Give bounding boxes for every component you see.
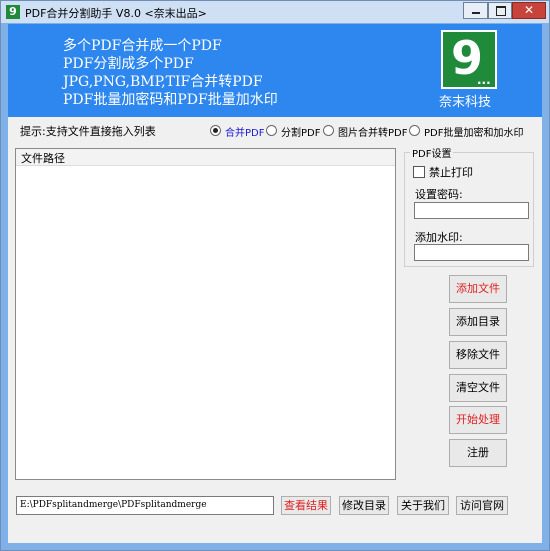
watermark-field[interactable] xyxy=(414,244,529,261)
radio-selected-icon xyxy=(210,125,221,136)
file-list[interactable]: 文件路径 xyxy=(15,148,396,480)
view-result-button[interactable]: 查看结果 xyxy=(281,496,331,515)
main-panel: 多个PDF合并成一个PDF PDF分割成多个PDF JPG,PNG,BMP,TI… xyxy=(8,24,542,543)
close-icon: ✕ xyxy=(523,3,535,17)
clear-files-button[interactable]: 清空文件 xyxy=(449,374,507,402)
banner-line-split: PDF分割成多个PDF xyxy=(63,56,194,72)
window-title: PDF合并分割助手 V8.0 <奈末出品> xyxy=(25,7,207,20)
no-print-label: 禁止打印 xyxy=(429,166,473,179)
feature-banner: 多个PDF合并成一个PDF PDF分割成多个PDF JPG,PNG,BMP,TI… xyxy=(8,24,542,117)
file-list-header[interactable]: 文件路径 xyxy=(16,149,395,166)
add-folder-button[interactable]: 添加目录 xyxy=(449,308,507,336)
mode-merge-label: 合并PDF xyxy=(225,128,265,139)
remove-file-button[interactable]: 移除文件 xyxy=(449,341,507,369)
password-label: 设置密码: xyxy=(415,188,463,201)
pdf-settings-group: PDF设置 禁止打印 设置密码: 添加水印: xyxy=(404,145,534,267)
radio-icon xyxy=(323,125,334,136)
maximize-button[interactable] xyxy=(488,2,512,19)
pdf-settings-title: PDF设置 xyxy=(410,145,454,160)
start-processing-button[interactable]: 开始处理 xyxy=(449,406,507,434)
mode-encrypt-label: PDF批量加密和加水印 xyxy=(424,128,524,139)
brand-name: 奈末科技 xyxy=(439,95,492,110)
mode-image-merge-label: 图片合并转PDF xyxy=(338,128,408,139)
radio-icon xyxy=(409,125,420,136)
no-print-checkbox[interactable] xyxy=(413,166,425,178)
banner-line-merge: 多个PDF合并成一个PDF xyxy=(63,38,222,54)
banner-line-images: JPG,PNG,BMP,TIF合并转PDF xyxy=(63,74,263,90)
maximize-icon xyxy=(496,6,506,16)
about-us-button[interactable]: 关于我们 xyxy=(397,496,449,515)
mode-split-label: 分割PDF xyxy=(281,128,321,139)
password-field[interactable] xyxy=(414,202,529,219)
app-logo-icon: 9 xyxy=(6,5,20,19)
register-button[interactable]: 注册 xyxy=(449,439,507,467)
output-path-field[interactable]: E:\PDFsplitandmerge\PDFsplitandmerge xyxy=(16,496,274,515)
add-file-button[interactable]: 添加文件 xyxy=(449,275,507,303)
title-bar[interactable]: 9 PDF合并分割助手 V8.0 <奈末出品> ✕ xyxy=(1,1,549,23)
change-folder-button[interactable]: 修改目录 xyxy=(339,496,389,515)
column-file-path: 文件路径 xyxy=(21,152,65,165)
brand-logo: 9 ... xyxy=(441,30,497,89)
radio-icon xyxy=(266,125,277,136)
visit-website-button[interactable]: 访问官网 xyxy=(456,496,508,515)
close-button[interactable]: ✕ xyxy=(512,2,546,19)
watermark-label: 添加水印: xyxy=(415,231,463,244)
minimize-button[interactable] xyxy=(463,2,488,19)
logo-dots: ... xyxy=(477,73,491,87)
banner-line-encrypt: PDF批量加密码和PDF批量加水印 xyxy=(63,92,278,108)
app-window: 9 PDF合并分割助手 V8.0 <奈末出品> ✕ 多个PDF合并成一个PDF … xyxy=(0,0,550,551)
minimize-icon xyxy=(472,12,480,14)
drag-hint: 提示:支持文件直接拖入列表 xyxy=(20,125,156,138)
